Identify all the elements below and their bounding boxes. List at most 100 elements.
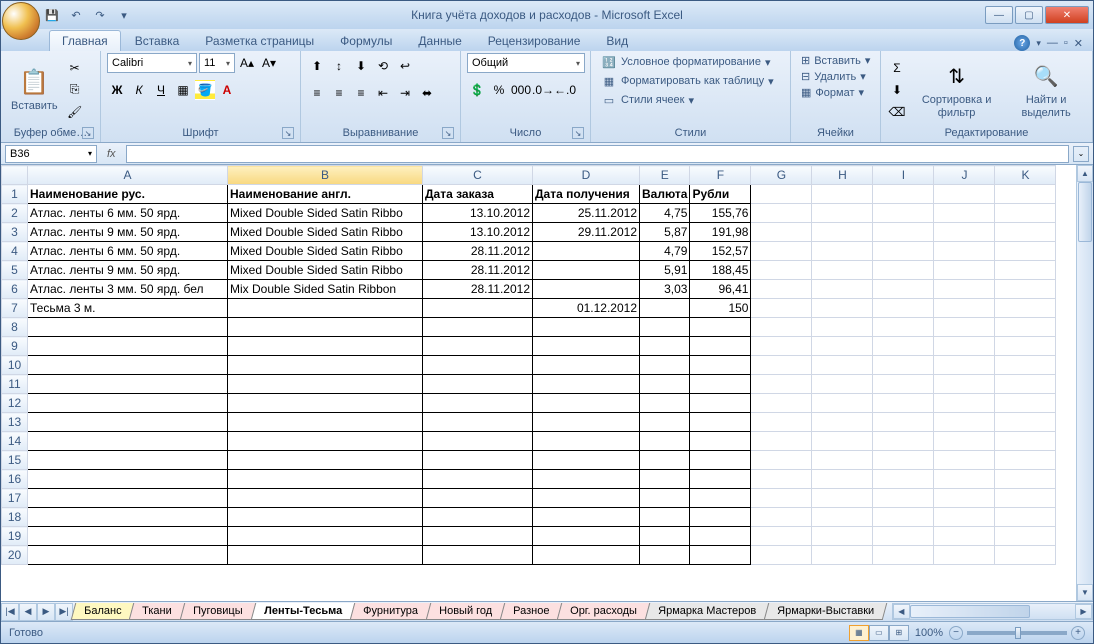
row-header-6[interactable]: 6 (2, 280, 28, 299)
cell-F4[interactable]: 152,57 (690, 242, 751, 261)
increase-indent-icon[interactable]: ⇥ (395, 83, 415, 103)
cell-C8[interactable] (423, 318, 533, 337)
cell-I9[interactable] (873, 337, 934, 356)
cell-A16[interactable] (28, 470, 228, 489)
align-middle-icon[interactable]: ↕ (329, 56, 349, 76)
cell-J7[interactable] (934, 299, 995, 318)
cell-F13[interactable] (690, 413, 751, 432)
cell-E13[interactable] (640, 413, 690, 432)
cell-J14[interactable] (934, 432, 995, 451)
cell-C17[interactable] (423, 489, 533, 508)
shrink-font-icon[interactable]: A▾ (259, 53, 279, 73)
cell-E1[interactable]: Валюта (640, 185, 690, 204)
align-top-icon[interactable]: ⬆ (307, 56, 327, 76)
cell-C13[interactable] (423, 413, 533, 432)
cell-J13[interactable] (934, 413, 995, 432)
cell-J12[interactable] (934, 394, 995, 413)
sheet-first-icon[interactable]: |◀ (1, 603, 19, 621)
maximize-button[interactable]: ▢ (1015, 6, 1043, 24)
cell-J5[interactable] (934, 261, 995, 280)
sheet-tab-Пуговицы[interactable]: Пуговицы (180, 603, 256, 620)
font-name-combo[interactable]: Calibri▾ (107, 53, 197, 73)
cell-F14[interactable] (690, 432, 751, 451)
row-header-8[interactable]: 8 (2, 318, 28, 337)
cell-J6[interactable] (934, 280, 995, 299)
cell-F15[interactable] (690, 451, 751, 470)
cell-F18[interactable] (690, 508, 751, 527)
col-header-B[interactable]: B (228, 166, 423, 185)
cell-styles-button[interactable]: ▭Стили ячеек ▾ (597, 91, 784, 109)
vscroll-thumb[interactable] (1078, 182, 1092, 242)
cell-J1[interactable] (934, 185, 995, 204)
cell-B20[interactable] (228, 546, 423, 565)
row-header-20[interactable]: 20 (2, 546, 28, 565)
page-layout-view-button[interactable]: ▭ (869, 625, 889, 641)
cell-A10[interactable] (28, 356, 228, 375)
office-button[interactable] (2, 2, 40, 40)
cell-B19[interactable] (228, 527, 423, 546)
cell-E4[interactable]: 4,79 (640, 242, 690, 261)
col-header-E[interactable]: E (640, 166, 690, 185)
cell-K4[interactable] (995, 242, 1056, 261)
cell-B11[interactable] (228, 375, 423, 394)
scroll-right-icon[interactable]: ▶ (1075, 604, 1092, 619)
cell-D14[interactable] (533, 432, 640, 451)
cell-E15[interactable] (640, 451, 690, 470)
ribbon-toggle-icon[interactable]: ▾ (1036, 38, 1041, 49)
page-break-view-button[interactable]: ⊞ (889, 625, 909, 641)
number-format-combo[interactable]: Общий▾ (467, 53, 585, 73)
cell-G19[interactable] (751, 527, 812, 546)
doc-close-icon[interactable]: ✕ (1074, 37, 1083, 50)
paste-button[interactable]: 📋 Вставить (7, 64, 62, 114)
cell-J15[interactable] (934, 451, 995, 470)
cell-G12[interactable] (751, 394, 812, 413)
cell-J11[interactable] (934, 375, 995, 394)
sheet-tab-Новый год[interactable]: Новый год (425, 603, 505, 620)
row-header-5[interactable]: 5 (2, 261, 28, 280)
cell-H7[interactable] (812, 299, 873, 318)
cell-B8[interactable] (228, 318, 423, 337)
cell-G3[interactable] (751, 223, 812, 242)
cell-E19[interactable] (640, 527, 690, 546)
cell-F12[interactable] (690, 394, 751, 413)
font-color-button[interactable]: A (217, 80, 237, 100)
cell-H5[interactable] (812, 261, 873, 280)
cell-F17[interactable] (690, 489, 751, 508)
cell-C12[interactable] (423, 394, 533, 413)
cell-I11[interactable] (873, 375, 934, 394)
cut-icon[interactable]: ✂ (65, 58, 85, 78)
qat-dropdown-icon[interactable]: ▾ (115, 6, 133, 24)
cell-G13[interactable] (751, 413, 812, 432)
font-dialog-launcher[interactable]: ↘ (282, 127, 294, 139)
save-icon[interactable]: 💾 (43, 6, 61, 24)
cell-H15[interactable] (812, 451, 873, 470)
cell-J20[interactable] (934, 546, 995, 565)
cell-K16[interactable] (995, 470, 1056, 489)
cell-C5[interactable]: 28.11.2012 (423, 261, 533, 280)
cell-E2[interactable]: 4,75 (640, 204, 690, 223)
cell-K14[interactable] (995, 432, 1056, 451)
zoom-thumb[interactable] (1015, 627, 1021, 639)
vertical-scrollbar[interactable]: ▲ ▼ (1076, 165, 1093, 601)
col-header-H[interactable]: H (812, 166, 873, 185)
cell-K10[interactable] (995, 356, 1056, 375)
col-header-A[interactable]: A (28, 166, 228, 185)
cell-F7[interactable]: 150 (690, 299, 751, 318)
cell-B7[interactable] (228, 299, 423, 318)
cell-H8[interactable] (812, 318, 873, 337)
row-header-3[interactable]: 3 (2, 223, 28, 242)
cell-H2[interactable] (812, 204, 873, 223)
row-header-4[interactable]: 4 (2, 242, 28, 261)
cell-H12[interactable] (812, 394, 873, 413)
horizontal-scrollbar[interactable]: ◀ ▶ (892, 603, 1093, 620)
scroll-down-icon[interactable]: ▼ (1077, 584, 1093, 601)
row-header-15[interactable]: 15 (2, 451, 28, 470)
cell-C6[interactable]: 28.11.2012 (423, 280, 533, 299)
cell-E14[interactable] (640, 432, 690, 451)
font-size-combo[interactable]: 11▾ (199, 53, 235, 73)
zoom-in-button[interactable]: + (1071, 626, 1085, 640)
row-header-7[interactable]: 7 (2, 299, 28, 318)
cell-B3[interactable]: Mixed Double Sided Satin Ribbo (228, 223, 423, 242)
redo-icon[interactable]: ↷ (91, 6, 109, 24)
cell-D1[interactable]: Дата получения (533, 185, 640, 204)
